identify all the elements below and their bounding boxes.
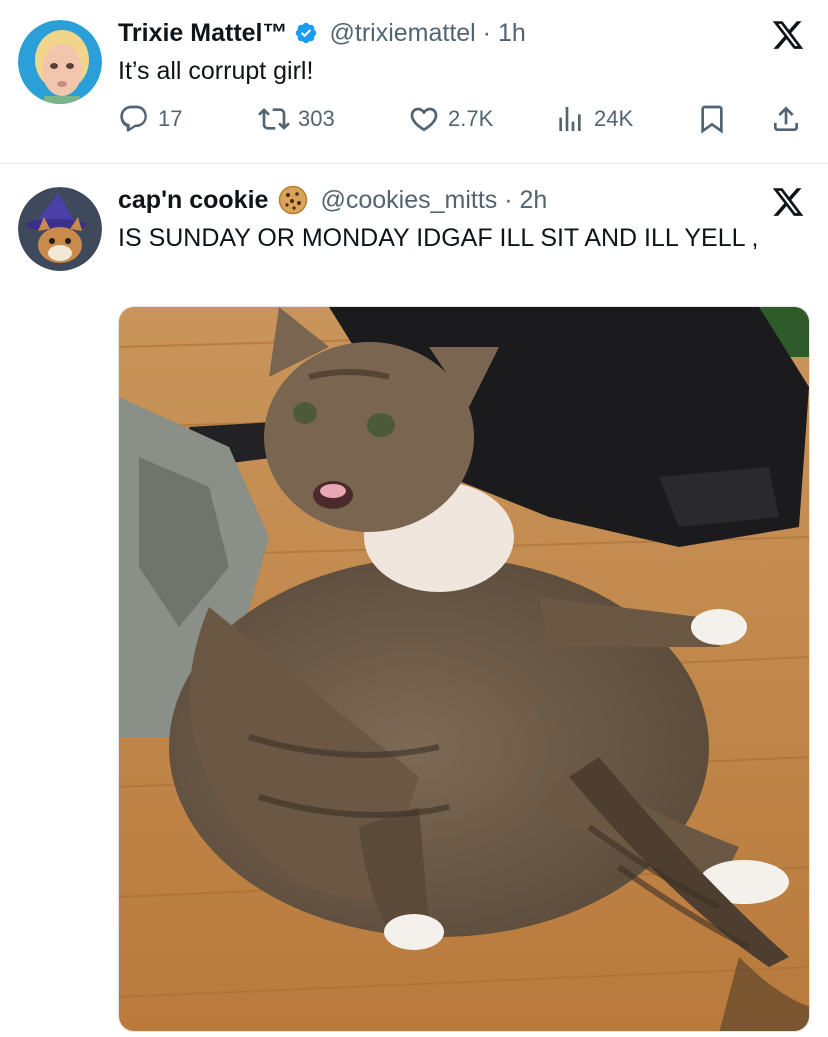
tweet-capn-cookie[interactable]: cap'n cookie @cookies_mitts · 2h IS SUND… (0, 165, 828, 1037)
tweet-text: IS SUNDAY OR MONDAY IDGAF ILL SIT AND IL… (118, 224, 759, 252)
retweet-count: 303 (298, 106, 335, 131)
views-count: 24K (594, 106, 634, 131)
x-logo-icon[interactable] (770, 185, 806, 219)
heart-icon (410, 107, 438, 132)
display-name[interactable]: Trixie Mattel™ (118, 19, 288, 48)
like-count: 2.7K (448, 106, 494, 131)
retweet-button[interactable]: 303 (258, 102, 335, 136)
action-bar: 17 303 2.7K 24K (118, 102, 808, 136)
avatar-photo-icon (18, 20, 102, 104)
tweet-header: Trixie Mattel™ @trixiemattel · 1h (118, 16, 526, 50)
like-button[interactable]: 2.7K (408, 102, 493, 136)
views-button[interactable]: 24K (554, 102, 633, 136)
views-chart-icon (559, 107, 581, 131)
cat-photo (119, 307, 809, 1031)
share-icon (774, 106, 798, 131)
display-name[interactable]: cap'n cookie (118, 186, 268, 215)
tweet-header: cap'n cookie @cookies_mitts · 2h (118, 183, 547, 217)
cookie-icon (279, 185, 308, 215)
x-logo-icon[interactable] (770, 18, 806, 52)
bookmark-icon (701, 105, 723, 134)
tweet-text: It’s all corrupt girl! (118, 57, 314, 85)
tweet-media[interactable] (118, 306, 810, 1032)
verified-badge-icon (295, 22, 316, 44)
share-button[interactable] (770, 102, 802, 136)
handle-and-time[interactable]: @cookies_mitts · 2h (320, 186, 547, 215)
avatar[interactable] (18, 20, 102, 104)
handle-and-time[interactable]: @trixiemattel · 1h (330, 19, 526, 48)
retweet-icon (258, 108, 290, 130)
reply-button[interactable]: 17 (118, 102, 182, 136)
reply-icon (120, 105, 147, 132)
cat-wizard-avatar-icon (18, 187, 102, 271)
bookmark-button[interactable] (696, 102, 728, 136)
reply-count: 17 (158, 106, 183, 131)
tweet-trixie[interactable]: Trixie Mattel™ @trixiemattel · 1h It’s a… (0, 0, 828, 164)
avatar[interactable] (18, 187, 102, 271)
